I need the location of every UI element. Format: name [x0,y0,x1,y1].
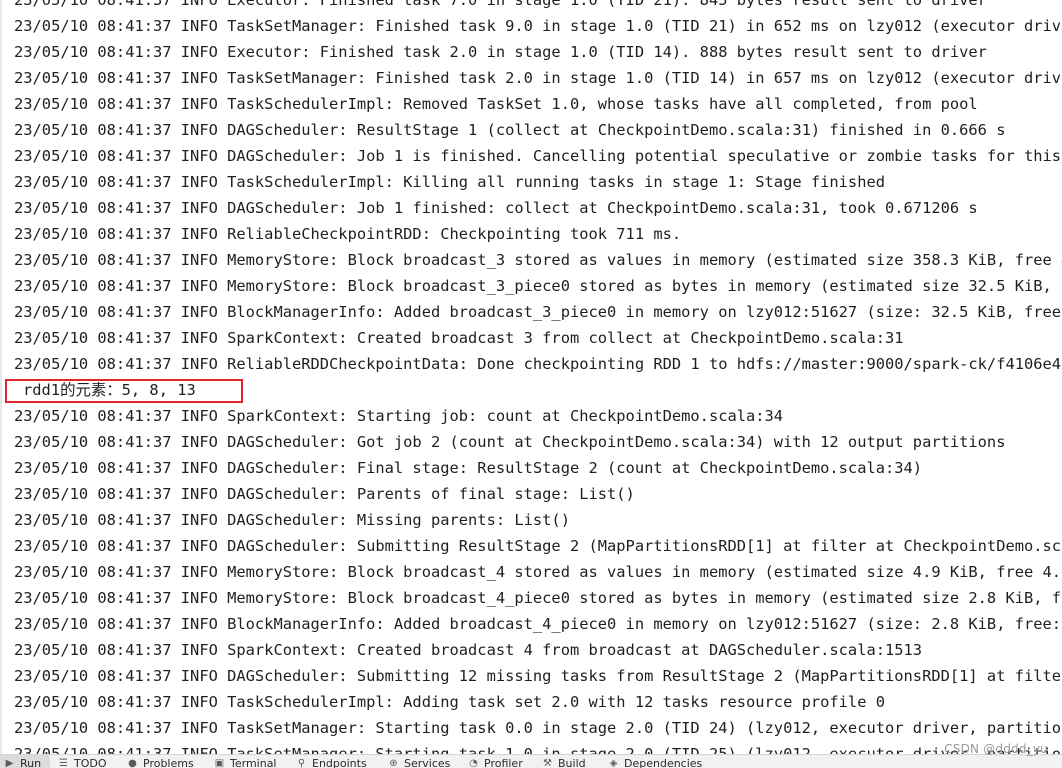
console-line: 23/05/10 08:41:37 INFO TaskSchedulerImpl… [14,95,978,113]
console-line: 23/05/10 08:41:37 INFO MemoryStore: Bloc… [14,251,1062,269]
tab-run-label: Run [20,757,42,768]
highlighted-output-text: rdd1的元素：5, 8, 13 [23,381,196,399]
tab-endpoints[interactable]: ⚲ Endpoints [296,755,367,768]
console-line: 23/05/10 08:41:37 INFO DAGScheduler: Job… [14,147,1062,165]
tab-build-label: Build [558,757,586,768]
console-line: 23/05/10 08:41:37 INFO TaskSetManager: S… [14,719,1062,737]
tab-run[interactable]: ▶ Run [0,755,50,768]
console-line: 23/05/10 08:41:37 INFO DAGScheduler: Mis… [14,511,570,529]
console-line: 23/05/10 08:41:37 INFO DAGScheduler: Fin… [14,459,923,477]
build-icon: ⚒ [543,758,552,768]
endpoints-icon: ⚲ [297,758,306,768]
tab-terminal-label: Terminal [230,757,277,768]
tab-build[interactable]: ⚒ Build [542,755,586,768]
console-line: 23/05/10 08:41:37 INFO TaskSetManager: S… [14,745,1062,754]
run-icon: ▶ [5,758,14,768]
console-line: 23/05/10 08:41:37 INFO TaskSetManager: F… [14,17,1062,35]
console-line: 23/05/10 08:41:37 INFO SparkContext: Cre… [14,641,923,659]
console-line: 23/05/10 08:41:37 INFO TaskSetManager: F… [14,69,1062,87]
console-line: 23/05/10 08:41:37 INFO DAGScheduler: Sub… [14,537,1062,555]
console-line: 23/05/10 08:41:37 INFO BlockManagerInfo:… [14,303,1062,321]
console-line: 23/05/10 08:41:37 INFO ReliableRDDCheckp… [14,355,1062,373]
console-line: 23/05/10 08:41:37 INFO Executor: Finishe… [14,43,987,61]
tab-profiler[interactable]: ◔ Profiler [468,755,523,768]
services-icon: ⊕ [389,758,398,768]
console-line: 23/05/10 08:41:37 INFO DAGScheduler: Got… [14,433,1006,451]
console-line: 23/05/10 08:41:37 INFO ReliableCheckpoin… [14,225,682,243]
tab-endpoints-label: Endpoints [312,757,367,768]
console-line: 23/05/10 08:41:37 INFO DAGScheduler: Sub… [14,667,1062,685]
tab-profiler-label: Profiler [484,757,523,768]
highlighted-output-line: rdd1的元素：5, 8, 13 [0,377,1062,403]
tab-terminal[interactable]: ▣ Terminal [214,755,277,768]
tab-services[interactable]: ⊕ Services [388,755,450,768]
terminal-icon: ▣ [214,758,225,768]
console-line: 23/05/10 08:41:37 INFO SparkContext: Sta… [14,407,784,425]
tab-problems-label: Problems [143,757,194,768]
dependencies-icon: ◈ [609,758,618,768]
tab-problems[interactable]: ● Problems [127,755,194,768]
problems-icon: ● [128,758,137,768]
profiler-icon: ◔ [469,758,478,768]
tab-todo-label: TODO [74,757,107,768]
console-line: 23/05/10 08:41:37 INFO MemoryStore: Bloc… [14,589,1062,607]
tab-dependencies[interactable]: ◈ Dependencies [608,755,703,768]
console-line: 23/05/10 08:41:37 INFO SparkContext: Cre… [14,329,904,347]
tab-todo[interactable]: ☰ TODO [58,755,107,768]
tab-dependencies-label: Dependencies [624,757,703,768]
console-line: 23/05/10 08:41:37 INFO MemoryStore: Bloc… [14,563,1062,581]
tool-window-bar: ▶ Run ☰ TODO ● Problems ▣ Terminal ⚲ End… [0,754,1062,768]
list-icon: ☰ [59,758,68,768]
console-line: 23/05/10 08:41:37 INFO DAGScheduler: Job… [14,199,978,217]
run-console[interactable]: 23/05/10 08:41:37 INFO Executor: Finishe… [0,0,1062,754]
console-line: 23/05/10 08:41:37 INFO Executor: Finishe… [14,0,987,9]
watermark-text: CSDN @dddd_yu [944,742,1048,756]
console-line: 23/05/10 08:41:37 INFO BlockManagerInfo:… [14,615,1062,633]
console-line: 23/05/10 08:41:37 INFO DAGScheduler: Par… [14,485,635,503]
console-line: 23/05/10 08:41:37 INFO MemoryStore: Bloc… [14,277,1062,295]
console-output: 23/05/10 08:41:37 INFO Executor: Finishe… [0,0,1062,754]
console-line: 23/05/10 08:41:37 INFO TaskSchedulerImpl… [14,173,885,191]
console-line: 23/05/10 08:41:37 INFO TaskSchedulerImpl… [14,693,885,711]
console-line: 23/05/10 08:41:37 INFO DAGScheduler: Res… [14,121,1006,139]
tab-services-label: Services [404,757,451,768]
